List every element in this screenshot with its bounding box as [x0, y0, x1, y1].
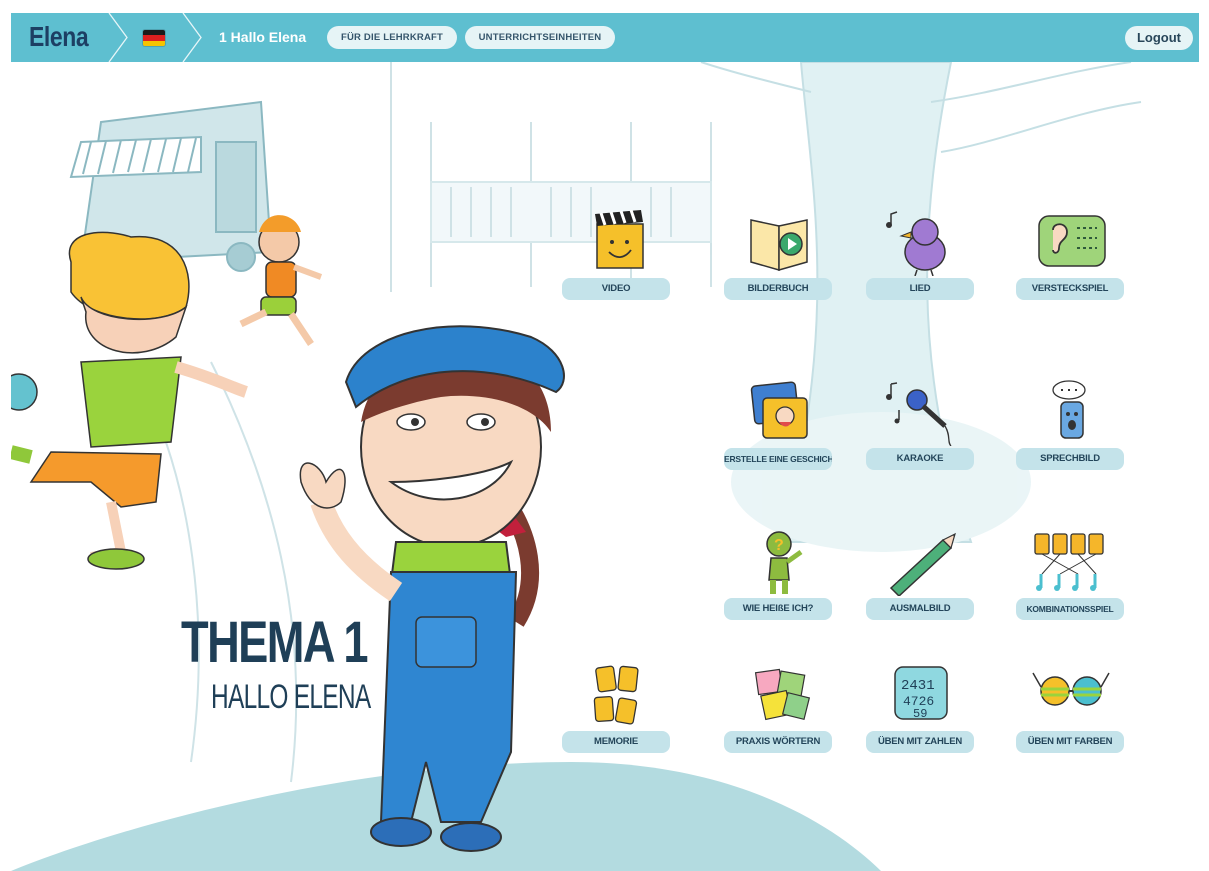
lesson-units-button[interactable]: UNTERRICHTSEINHEITEN: [465, 26, 615, 49]
activity-praxis-woertern[interactable]: PRAXIS WÖRTERN: [724, 663, 834, 753]
activity-ausmalbild[interactable]: AUSMALBILD: [866, 530, 976, 620]
german-flag-icon[interactable]: [143, 30, 165, 46]
activity-versteckspiel[interactable]: VERSTECKSPIEL: [1016, 210, 1126, 300]
activity-label: ÜBEN MIT ZAHLEN: [866, 731, 974, 753]
colored-glasses-icon: [1032, 672, 1110, 706]
activity-label: MEMORIE: [562, 731, 670, 753]
activity-video[interactable]: VIDEO: [562, 210, 672, 300]
activity-kombinationsspiel[interactable]: KOMBINATIONSSPIEL: [1016, 530, 1126, 620]
question-figure-icon: ?: [766, 531, 803, 594]
activity-karaoke[interactable]: KARAOKE: [866, 380, 976, 470]
svg-text:59: 59: [913, 707, 927, 721]
theme-name: HALLO ELENA: [211, 678, 371, 716]
top-bar: Elena 1 Hallo Elena FÜR DIE LEHRKRAFT UN…: [11, 13, 1199, 62]
activity-memorie[interactable]: MEMORIE: [562, 663, 672, 753]
logout-button[interactable]: Logout: [1125, 26, 1193, 50]
story-cards-icon: [750, 381, 808, 439]
svg-text:?: ?: [774, 537, 784, 554]
singing-bird-icon: [886, 211, 946, 276]
theme-number: THEMA 1: [181, 610, 369, 675]
numbers-icon: 2431 4726 59: [894, 666, 948, 721]
activity-label: BILDERBUCH: [724, 278, 832, 300]
matching-cards-icon: [1034, 533, 1104, 591]
teacher-button[interactable]: FÜR DIE LEHRKRAFT: [327, 26, 457, 49]
activity-label: ÜBEN MIT FARBEN: [1016, 731, 1124, 753]
activity-erstelle-eine-geschichte[interactable]: ERSTELLE EINE GESCHICHTE: [724, 380, 834, 470]
hide-and-seek-ear-icon: [1038, 215, 1106, 267]
app-stage: Elena 1 Hallo Elena FÜR DIE LEHRKRAFT UN…: [11, 13, 1199, 871]
activity-wie-heisse-ich[interactable]: ? WIE HEIßE ICH?: [724, 530, 834, 620]
memory-cards-icon: [593, 665, 639, 725]
activity-label: WIE HEIßE ICH?: [724, 598, 832, 620]
activity-label: KARAOKE: [866, 448, 974, 470]
activity-label: VERSTECKSPIEL: [1016, 278, 1124, 300]
activity-lied[interactable]: LIED: [866, 210, 976, 300]
pencil-icon: [889, 532, 956, 596]
activity-label: ERSTELLE EINE GESCHICHTE: [724, 448, 832, 470]
breadcrumb-separator: [182, 13, 202, 62]
breadcrumb-separator: [108, 13, 128, 62]
talking-phone-icon: [1052, 380, 1086, 439]
picture-book-icon: [750, 219, 808, 271]
microphone-icon: [886, 382, 952, 446]
activity-sprechbild[interactable]: SPRECHBILD: [1016, 380, 1126, 470]
clapperboard-icon: [595, 210, 644, 269]
activity-label: AUSMALBILD: [866, 598, 974, 620]
activity-bilderbuch[interactable]: BILDERBUCH: [724, 210, 834, 300]
activity-ueben-mit-farben[interactable]: ÜBEN MIT FARBEN: [1016, 663, 1126, 753]
activity-label: SPRECHBILD: [1016, 448, 1124, 470]
activity-label: VIDEO: [562, 278, 670, 300]
sticky-notes-icon: [754, 668, 811, 721]
svg-text:2431: 2431: [901, 678, 935, 694]
activity-label: LIED: [866, 278, 974, 300]
breadcrumb-title[interactable]: 1 Hallo Elena: [219, 29, 306, 45]
activity-label: PRAXIS WÖRTERN: [724, 731, 832, 753]
activity-label: KOMBINATIONSSPIEL: [1016, 598, 1124, 620]
activity-ueben-mit-zahlen[interactable]: 2431 4726 59 ÜBEN MIT ZAHLEN: [866, 663, 976, 753]
app-logo[interactable]: Elena: [29, 21, 89, 53]
